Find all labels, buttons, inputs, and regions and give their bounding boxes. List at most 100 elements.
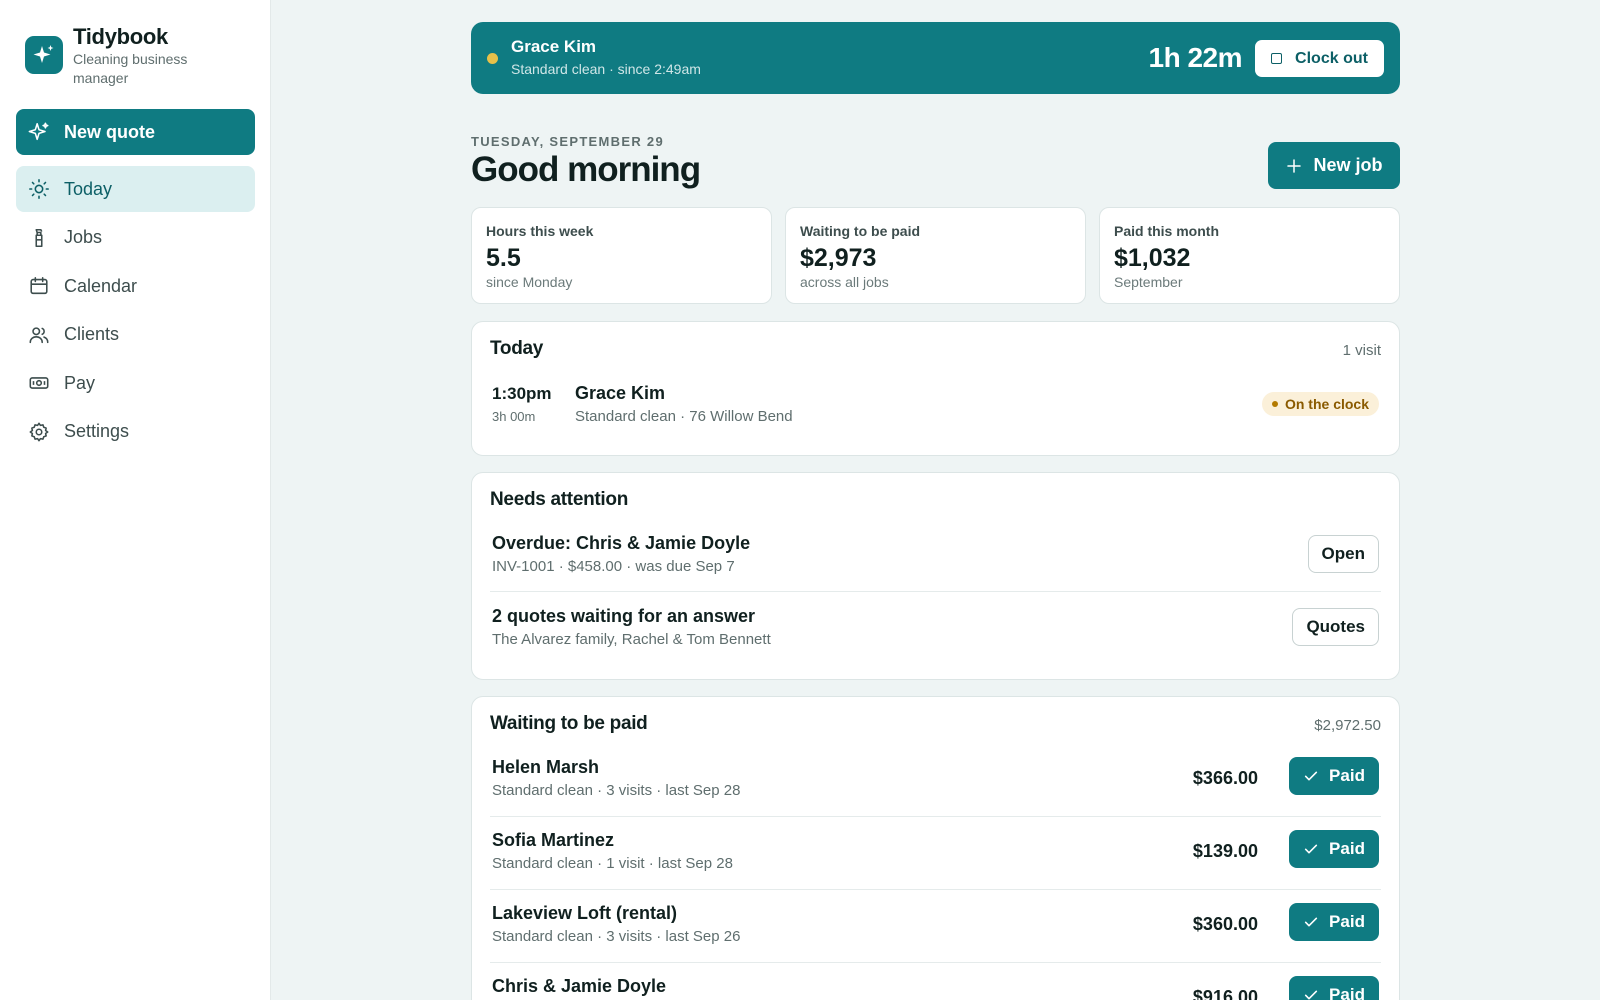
client-name: Sofia Martinez [492, 830, 615, 850]
table-row: Helen Marsh Standard clean · 3 visits · … [490, 757, 1381, 813]
sidebar-nav: Today Jobs Calendar Clients Pay Settings [16, 166, 255, 457]
stat-sub: September [1114, 274, 1183, 290]
status-badge-label: On the clock [1284, 396, 1369, 412]
sidebar-item-label: Calendar [64, 275, 138, 296]
divider [490, 962, 1381, 963]
mark-paid-button[interactable]: Paid [1289, 757, 1379, 795]
amount-due: $366.00 [1192, 768, 1258, 788]
divider [490, 591, 1381, 592]
attention-item-sub: The Alvarez family, Rachel & Tom Bennett [492, 631, 771, 648]
amount-due: $139.00 [1192, 841, 1258, 861]
sidebar-item-label: Settings [64, 421, 130, 441]
check-icon [1304, 844, 1318, 854]
sidebar-item-label: Clients [64, 324, 120, 344]
divider [490, 889, 1381, 890]
stat-card-hours: Hours this week 5.5 since Monday [471, 207, 772, 304]
table-row: Sofia Martinez Standard clean · 1 visit … [490, 830, 1381, 886]
check-icon [1304, 990, 1318, 1000]
open-button[interactable]: Open [1307, 535, 1379, 573]
paid-label: Paid [1329, 985, 1365, 1000]
stat-sub: since Monday [486, 274, 573, 290]
sidebar: Tidybook Cleaning business manager New q… [0, 0, 271, 1000]
visit-time: 1:30pm [492, 384, 552, 403]
clock-subtitle: Standard clean · since 2:49am [511, 61, 701, 77]
page-title: Good morning [471, 150, 701, 189]
client-name: Lakeview Loft (rental) [492, 903, 678, 923]
spray-bottle-icon [35, 228, 43, 247]
check-icon [1304, 917, 1318, 927]
brand[interactable]: Tidybook Cleaning business manager [25, 24, 203, 88]
stats-row: Hours this week 5.5 since Monday Waiting… [471, 207, 1400, 304]
mark-paid-button[interactable]: Paid [1289, 903, 1379, 941]
stat-value: $2,973 [800, 244, 877, 272]
stat-label: Hours this week [486, 223, 594, 239]
mark-paid-button[interactable]: Paid [1289, 976, 1379, 1000]
calendar-icon [30, 276, 48, 295]
sidebar-item-calendar[interactable]: Calendar [16, 263, 255, 309]
status-dot-icon [1271, 401, 1278, 407]
new-quote-button[interactable]: New quote [16, 109, 255, 155]
client-sub: Standard clean · 3 visits · last Sep 28 [492, 782, 741, 799]
sparkle-logo-icon [25, 36, 63, 74]
app-tagline: Cleaning business manager [73, 51, 188, 86]
table-row: Chris & Jamie Doyle $916.00 Paid [490, 976, 1381, 1000]
card-title: Waiting to be paid [490, 713, 648, 734]
stat-label: Paid this month [1114, 223, 1219, 239]
app-name: Tidybook [73, 24, 168, 49]
sparkle-icon [28, 122, 49, 141]
card-title: Needs attention [490, 489, 629, 510]
visit-count: 1 visit [1342, 342, 1381, 359]
table-row: Lakeview Loft (rental) Standard clean · … [490, 903, 1381, 959]
waiting-total: $2,972.50 [1314, 717, 1381, 734]
attention-item-title: Overdue: Chris & Jamie Doyle [492, 533, 751, 553]
stat-label: Waiting to be paid [800, 223, 921, 239]
client-sub: Standard clean · 1 visit · last Sep 28 [492, 855, 733, 872]
attention-item-title: 2 quotes waiting for an answer [492, 606, 756, 626]
mark-paid-button[interactable]: Paid [1289, 830, 1379, 868]
clock-out-label: Clock out [1295, 49, 1368, 67]
status-dot-icon [487, 53, 498, 64]
sun-icon [29, 179, 49, 199]
new-quote-label: New quote [64, 121, 156, 142]
quotes-button[interactable]: Quotes [1292, 608, 1379, 646]
visit-duration: 3h 00m [492, 409, 536, 424]
clock-client-name: Grace Kim [511, 37, 597, 56]
client-name: Helen Marsh [492, 757, 600, 777]
list-item: Overdue: Chris & Jamie Doyle INV-1001 · … [490, 531, 1381, 587]
paid-label: Paid [1329, 839, 1365, 858]
card-title: Today [490, 338, 544, 359]
check-icon [1304, 771, 1318, 781]
sidebar-item-pay[interactable]: Pay [16, 360, 255, 406]
stop-icon [1271, 53, 1283, 64]
sidebar-item-today[interactable]: Today [16, 166, 255, 212]
client-name: Chris & Jamie Doyle [492, 976, 667, 996]
stat-value: $1,032 [1114, 244, 1191, 272]
clock-out-button[interactable]: Clock out [1255, 40, 1384, 77]
list-item: 2 quotes waiting for an answer The Alvar… [490, 604, 1381, 660]
date-label: TUESDAY, SEPTEMBER 29 [471, 134, 664, 149]
today-card: Today 1 visit 1:30pm 3h 00m Grace Kim St… [471, 321, 1400, 456]
waiting-to-be-paid-card: Waiting to be paid $2,972.50 Helen Marsh… [471, 696, 1400, 1000]
gear-icon [29, 422, 49, 441]
stat-value: 5.5 [486, 244, 521, 272]
sidebar-item-jobs[interactable]: Jobs [16, 215, 255, 261]
sidebar-item-label: Today [64, 178, 113, 199]
sidebar-item-settings[interactable]: Settings [16, 409, 255, 455]
stat-card-waiting: Waiting to be paid $2,973 across all job… [785, 207, 1086, 304]
attention-item-sub: INV-1001 · $458.00 · was due Sep 7 [492, 558, 735, 575]
new-job-button[interactable]: New job [1268, 142, 1400, 189]
stat-sub: across all jobs [800, 274, 889, 290]
banknote-icon [29, 377, 49, 389]
sidebar-item-label: Jobs [64, 227, 103, 247]
visit-details: Standard clean · 76 Willow Bend [575, 408, 793, 425]
paid-label: Paid [1329, 766, 1365, 785]
new-job-label: New job [1313, 155, 1383, 175]
stat-card-paid: Paid this month $1,032 September [1099, 207, 1400, 304]
amount-due: $916.00 [1192, 987, 1258, 1000]
clock-elapsed-time: 1h 22m [1148, 42, 1243, 73]
active-clock-banner: Grace Kim Standard clean · since 2:49am … [471, 22, 1400, 94]
visit-client-name: Grace Kim [575, 383, 666, 403]
sidebar-item-clients[interactable]: Clients [16, 312, 255, 358]
amount-due: $360.00 [1192, 914, 1258, 934]
users-icon [29, 326, 49, 343]
